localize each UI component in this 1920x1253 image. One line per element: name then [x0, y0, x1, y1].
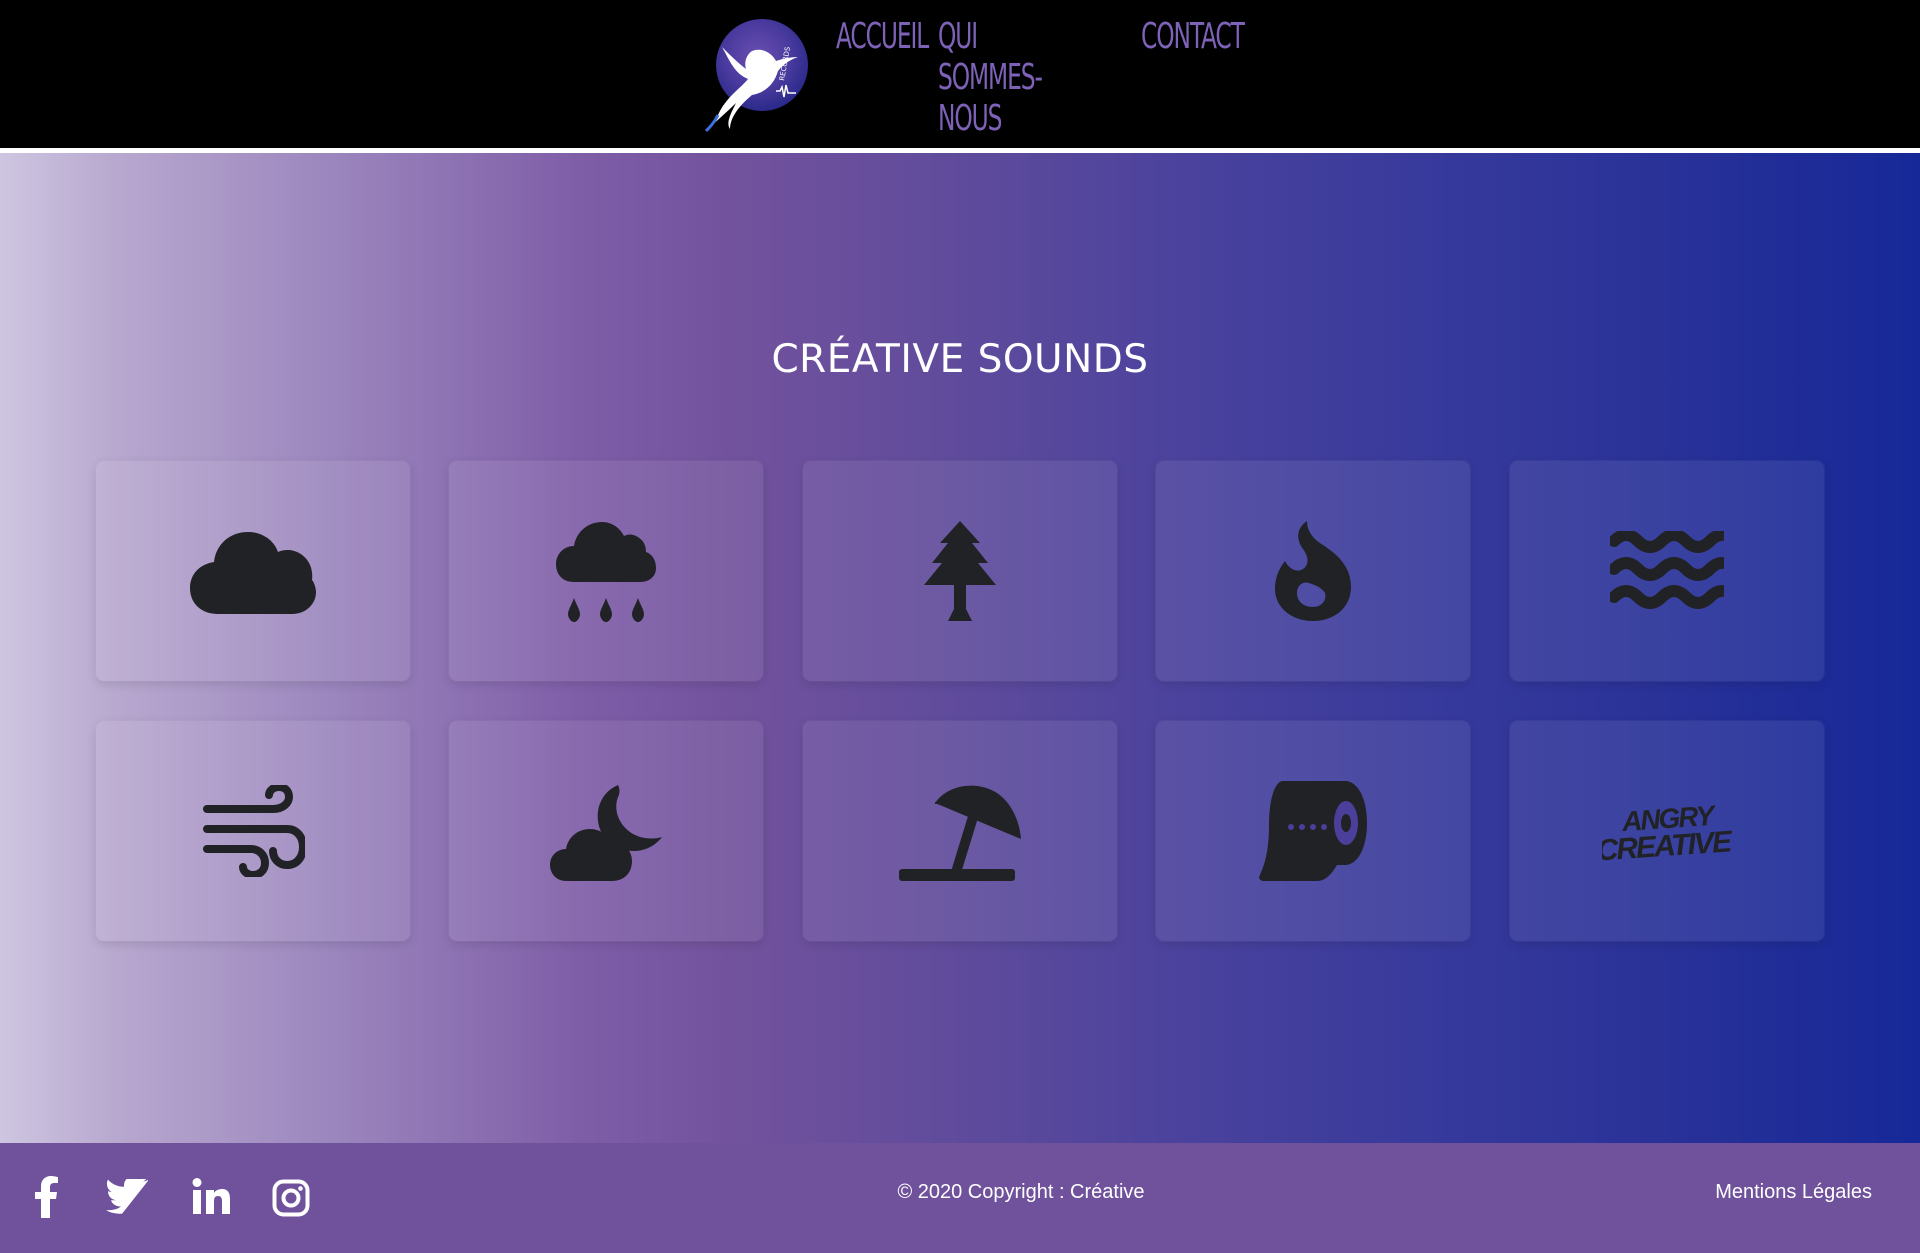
sound-card-wind[interactable] — [96, 721, 410, 941]
nav-link-accueil[interactable]: ACCUEIL — [836, 16, 929, 139]
hummingbird-logo[interactable]: RECORDS — [700, 17, 812, 135]
sound-card-night[interactable] — [449, 721, 763, 941]
sound-card-forest[interactable] — [803, 461, 1117, 681]
cloud-moon-icon — [550, 785, 662, 881]
nav-link-contact[interactable]: CONTACT — [1141, 16, 1245, 139]
site-header: RECORDS ACCUEIL QUI SOMMES-NOUS CONTACT — [0, 0, 1920, 153]
main-nav: ACCUEIL QUI SOMMES-NOUS CONTACT — [836, 16, 1245, 139]
cloud-icon — [190, 532, 316, 614]
angry-creative-icon: ANGRY CREATIVE — [1602, 800, 1732, 866]
sound-card-toilet-paper[interactable] — [1156, 721, 1470, 941]
umbrella-beach-icon — [899, 785, 1021, 881]
sound-card-rain[interactable] — [449, 461, 763, 681]
tree-icon — [924, 521, 996, 621]
sound-card-fire[interactable] — [1156, 461, 1470, 681]
sound-card-beach[interactable] — [803, 721, 1117, 941]
sound-card-cloud[interactable] — [96, 461, 410, 681]
fire-icon — [1275, 521, 1351, 621]
svg-text:CREATIVE: CREATIVE — [1602, 825, 1732, 866]
page-title: CRÉATIVE SOUNDS — [771, 337, 1149, 382]
legal-notice-link[interactable]: Mentions Légales — [1715, 1181, 1872, 1204]
wind-icon — [203, 785, 305, 877]
sound-card-water[interactable] — [1510, 461, 1824, 681]
cloud-rain-icon — [556, 522, 656, 622]
water-icon — [1610, 531, 1724, 609]
nav-link-qui-sommes-nous[interactable]: QUI SOMMES-NOUS — [938, 16, 1070, 139]
copyright-text: © 2020 Copyright : Créative — [897, 1181, 1145, 1203]
toilet-paper-icon — [1259, 781, 1367, 881]
sound-card-angry-creative[interactable]: ANGRY CREATIVE — [1510, 721, 1824, 941]
